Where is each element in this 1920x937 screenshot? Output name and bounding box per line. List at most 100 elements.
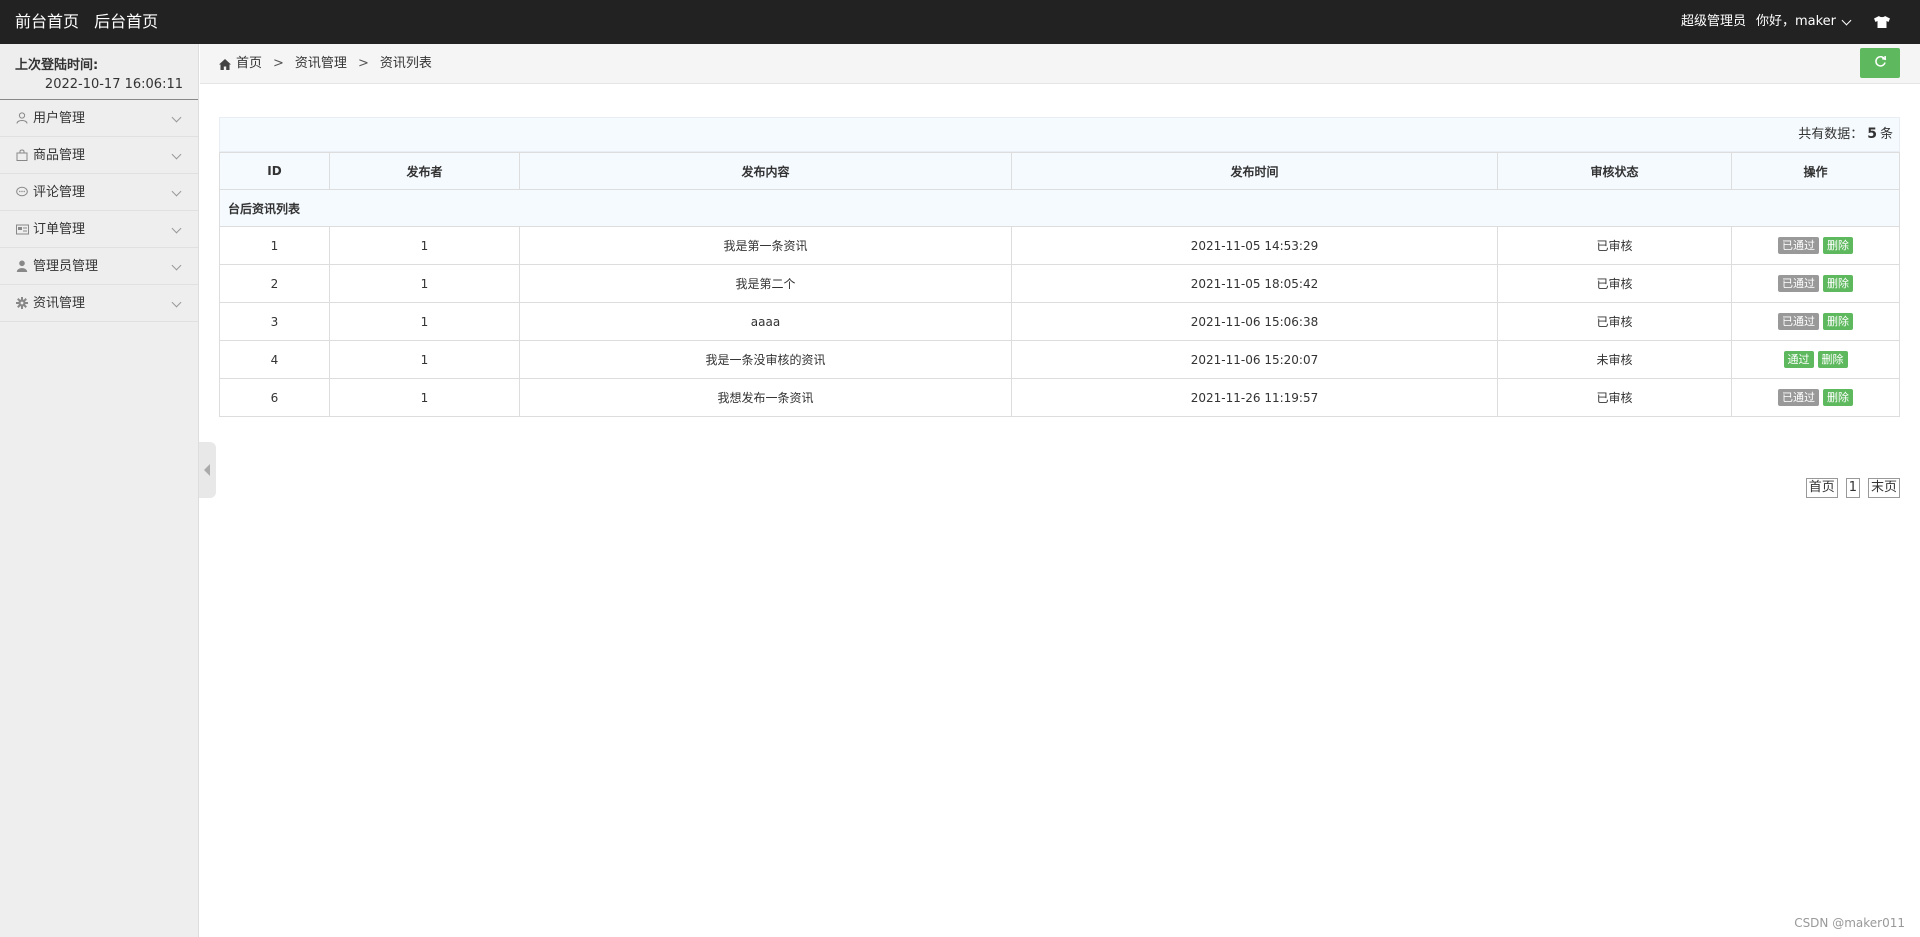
table-caption-row: 台后资讯列表 (219, 189, 1900, 227)
shopping-bag-icon (15, 148, 29, 162)
cell-content: 我是第二个 (519, 264, 1012, 303)
back-home-link[interactable]: 后台首页 (94, 12, 158, 31)
sidebar-item-news-management[interactable]: 资讯管理 (0, 285, 198, 322)
cell-id: 2 (219, 264, 330, 303)
count-label: 共有数据： (1798, 127, 1864, 142)
cell-actions: 已通过 删除 (1731, 378, 1900, 417)
column-header-status: 审核状态 (1497, 152, 1732, 190)
sidebar-item-comment-management[interactable]: 评论管理 (0, 174, 198, 211)
pager-last-button[interactable]: 末页 (1867, 478, 1900, 498)
sidebar-collapse-toggle[interactable] (199, 442, 216, 498)
brand-links: 前台首页 后台首页 (15, 0, 168, 44)
breadcrumb: 首页 > 资讯管理 > 资讯列表 (219, 44, 432, 84)
cell-id: 1 (219, 226, 330, 265)
cell-actions: 已通过 删除 (1731, 226, 1900, 265)
chevron-down-icon (171, 112, 182, 123)
chevron-down-icon (171, 186, 182, 197)
cell-actions: 已通过 删除 (1731, 264, 1900, 303)
cell-status: 未审核 (1497, 340, 1732, 379)
delete-button[interactable]: 删除 (1823, 275, 1853, 292)
sidebar-item-product-management[interactable]: 商品管理 (0, 137, 198, 174)
pager-first-button[interactable]: 首页 (1805, 478, 1838, 498)
cell-id: 3 (219, 302, 330, 341)
chevron-down-icon (171, 260, 182, 271)
cell-id: 6 (219, 378, 330, 417)
last-login-box: 上次登陆时间: 2022-10-17 16:06:11 (0, 44, 198, 100)
cell-time: 2021-11-05 18:05:42 (1011, 264, 1498, 303)
cell-actions: 通过 删除 (1731, 340, 1900, 379)
chevron-down-icon (1841, 15, 1852, 25)
sidebar-item-label: 资讯管理 (33, 295, 86, 311)
passed-button[interactable]: 已通过 (1778, 313, 1819, 330)
sidebar-item-label: 商品管理 (33, 147, 86, 163)
table-caption: 台后资讯列表 (219, 189, 1900, 227)
breadcrumb-home-link[interactable]: 首页 (236, 44, 262, 84)
chevron-down-icon (171, 149, 182, 160)
table-row: 2 1 我是第二个 2021-11-05 18:05:42 已审核 已通过 删除 (219, 264, 1900, 303)
column-header-id: ID (219, 152, 330, 190)
column-header-time: 发布时间 (1011, 152, 1498, 190)
tshirt-icon[interactable] (1874, 16, 1890, 28)
cell-status: 已审核 (1497, 226, 1732, 265)
top-navbar: 前台首页 后台首页 超级管理员 你好，maker (0, 0, 1920, 44)
cell-publisher: 1 (329, 226, 520, 265)
sidebar-item-order-management[interactable]: 订单管理 (0, 211, 198, 248)
front-home-link[interactable]: 前台首页 (15, 12, 79, 31)
passed-button[interactable]: 已通过 (1778, 237, 1819, 254)
sidebar-item-label: 管理员管理 (33, 258, 99, 274)
breadcrumb-separator: > (273, 56, 284, 71)
cell-actions: 已通过 删除 (1731, 302, 1900, 341)
delete-button[interactable]: 删除 (1823, 237, 1853, 254)
sidebar-item-label: 评论管理 (33, 184, 86, 200)
cell-time: 2021-11-06 15:20:07 (1011, 340, 1498, 379)
cell-status: 已审核 (1497, 302, 1732, 341)
refresh-button[interactable] (1860, 48, 1900, 78)
arrow-left-icon (204, 464, 210, 476)
passed-button[interactable]: 已通过 (1778, 275, 1819, 292)
comment-icon (15, 185, 29, 199)
breadcrumb-news-management-link[interactable]: 资讯管理 (295, 44, 347, 84)
main-content: 共有数据： 5 条 台后资讯列表 ID 发布者 发布内容 发布时间 审核状态 操作 … (219, 117, 1900, 417)
table-row: 4 1 我是一条没审核的资讯 2021-11-06 15:20:07 未审核 通… (219, 340, 1900, 379)
last-login-label: 上次登陆时间: (15, 58, 99, 73)
pager-page-button[interactable]: 1 (1845, 478, 1860, 498)
table-row: 6 1 我想发布一条资讯 2021-11-26 11:19:57 已审核 已通过… (219, 378, 1900, 417)
user-area: 超级管理员 你好，maker (1681, 0, 1890, 44)
sidebar-item-user-management[interactable]: 用户管理 (0, 100, 198, 137)
delete-button[interactable]: 删除 (1823, 313, 1853, 330)
passed-button[interactable]: 已通过 (1778, 389, 1819, 406)
sidebar-item-label: 用户管理 (33, 110, 86, 126)
data-count-bar: 共有数据： 5 条 (219, 117, 1900, 152)
cell-time: 2021-11-26 11:19:57 (1011, 378, 1498, 417)
cell-publisher: 1 (329, 302, 520, 341)
delete-button[interactable]: 删除 (1823, 389, 1853, 406)
column-header-actions: 操作 (1731, 152, 1900, 190)
cell-content: 我是一条没审核的资讯 (519, 340, 1012, 379)
pagination: 首页 1 末页 (1798, 478, 1900, 498)
user-icon (15, 111, 29, 125)
column-header-publisher: 发布者 (329, 152, 520, 190)
gear-icon (15, 296, 29, 310)
last-login-time: 2022-10-17 16:06:11 (44, 77, 183, 92)
refresh-icon (1874, 55, 1887, 71)
chevron-down-icon (171, 223, 182, 234)
home-icon (219, 58, 231, 70)
table-row: 3 1 aaaa 2021-11-06 15:06:38 已审核 已通过 删除 (219, 302, 1900, 341)
watermark-text: CSDN @maker011 (1794, 916, 1905, 930)
role-label: 超级管理员 (1680, 14, 1746, 29)
cell-time: 2021-11-05 14:53:29 (1011, 226, 1498, 265)
chevron-down-icon (171, 297, 182, 308)
cell-content: 我是第一条资讯 (519, 226, 1012, 265)
cell-content: 我想发布一条资讯 (519, 378, 1012, 417)
cell-publisher: 1 (329, 378, 520, 417)
breadcrumb-current-page: 资讯列表 (379, 56, 432, 71)
approve-button[interactable]: 通过 (1783, 351, 1814, 368)
column-header-content: 发布内容 (519, 152, 1012, 190)
sidebar-item-admin-management[interactable]: 管理员管理 (0, 248, 198, 285)
order-card-icon (15, 222, 29, 236)
cell-status: 已审核 (1497, 264, 1732, 303)
delete-button[interactable]: 删除 (1817, 351, 1848, 368)
breadcrumb-bar: 首页 > 资讯管理 > 资讯列表 (200, 44, 1920, 84)
cell-time: 2021-11-06 15:06:38 (1011, 302, 1498, 341)
user-dropdown[interactable]: 你好，maker (1756, 0, 1852, 44)
